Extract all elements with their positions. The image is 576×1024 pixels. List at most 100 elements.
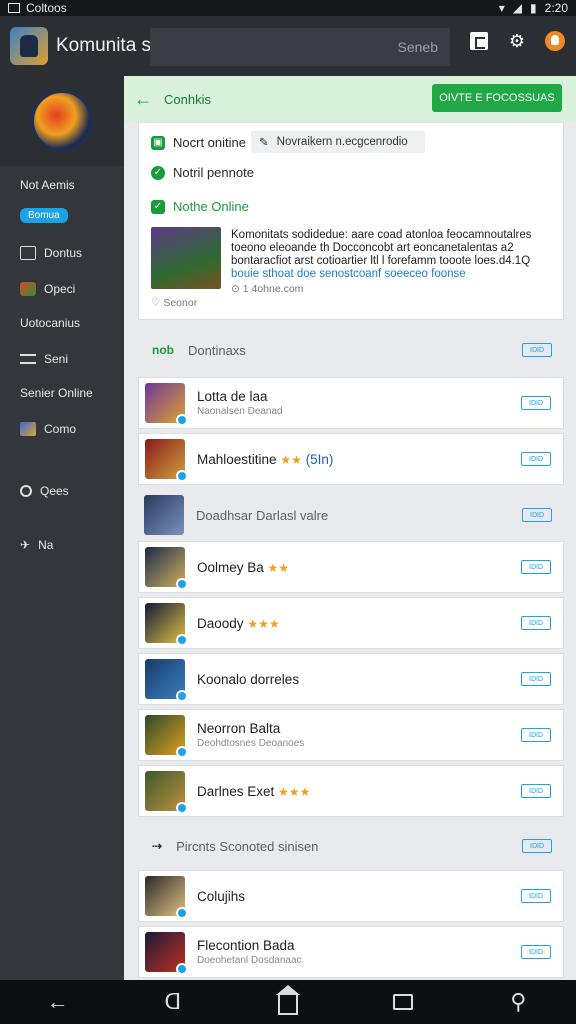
primary-action-button[interactable]: OIVTE E FOCOSSUAS: [432, 84, 562, 112]
list-item[interactable]: Lotta de laa Naonalsen Deanad IDID: [138, 377, 564, 429]
sidebar-item-9[interactable]: ✈ Na: [20, 538, 53, 552]
clock-text: 2:20: [544, 1, 568, 15]
item-tag[interactable]: IDID: [521, 452, 551, 466]
item-title: Darlnes Exet ★★★: [197, 783, 311, 799]
status-bar: Coltoos ▾ ◢ ▮ 2:20: [0, 0, 576, 16]
item-tag[interactable]: IDID: [521, 889, 551, 903]
item-tag[interactable]: IDID: [521, 396, 551, 410]
list-item[interactable]: Daoody ★★★ IDID: [138, 597, 564, 649]
rating-count: (5In): [305, 451, 334, 467]
list-item[interactable]: Colujihs IDID: [138, 870, 564, 922]
gear-icon: ⚙: [508, 30, 526, 51]
account-button[interactable]: ⚲: [503, 987, 533, 1017]
section-tag[interactable]: IDID: [522, 839, 552, 853]
sidebar-item-0[interactable]: Not Aemis: [20, 178, 75, 192]
sidebar-pill: Bomua: [20, 208, 68, 223]
sidebar: Not Aemis Bomua Dontus Opeci Uotocanius …: [0, 76, 124, 980]
news-link[interactable]: bouie sthoat doe senostcoanf soeeceo foo…: [231, 268, 551, 281]
list-item[interactable]: Flecontion Bada Doeohetanl Dosdanaac IDI…: [138, 926, 564, 978]
item-title: Lotta de laa: [197, 389, 268, 404]
item-tag[interactable]: IDID: [521, 945, 551, 959]
list-item[interactable]: Oolmey Ba ★★ IDID: [138, 541, 564, 593]
assist-button[interactable]: ᗡ: [158, 987, 188, 1017]
item-tag[interactable]: IDID: [521, 672, 551, 686]
online-row[interactable]: ▣ Nocrt onitine: [151, 135, 246, 150]
back-button[interactable]: ←: [43, 987, 73, 1017]
list-item[interactable]: Neorron Balta Deohdtosnes Deoanoes IDID: [138, 709, 564, 761]
game-thumbnail: [145, 876, 188, 919]
sidebar-item-4[interactable]: Uotocanius: [20, 316, 80, 330]
battery-icon: ▮: [530, 1, 537, 15]
news-footer-text: Seonor: [163, 297, 198, 309]
item-subtitle: Doeohetanl Dosdanaac: [197, 955, 302, 966]
sidebar-item-6[interactable]: Senier Online: [20, 386, 93, 400]
assist-icon: ᗡ: [164, 989, 182, 1014]
list-icon: [20, 354, 36, 364]
sidebar-item-1[interactable]: Bomua: [20, 208, 68, 223]
sidebar-item-label: Senier Online: [20, 386, 93, 400]
section-header: ⇢ Pircnts Sconoted sinisen IDID: [138, 826, 564, 866]
sidebar-item-2[interactable]: Dontus: [20, 246, 82, 260]
list-item[interactable]: Mahloestitine ★★ (5In) IDID: [138, 433, 564, 485]
section-icon: nob: [152, 343, 174, 357]
sidebar-item-5[interactable]: Seni: [20, 352, 68, 366]
app-bar: Komunita sane Seneb ⚙: [0, 16, 576, 76]
system-nav-bar: ← ᗡ ⚲: [0, 980, 576, 1024]
settings-button[interactable]: ⚙: [506, 30, 528, 52]
news-line: toeono eleoande th Docconcobt art eoncan…: [231, 242, 514, 254]
profile-icon: [545, 31, 565, 51]
search-input[interactable]: Seneb: [150, 28, 450, 66]
item-title: Oolmey Ba ★★: [197, 559, 290, 575]
rating-stars: ★★: [280, 452, 302, 467]
recents-button[interactable]: [388, 987, 418, 1017]
game-icon: [20, 282, 36, 296]
item-tag[interactable]: IDID: [521, 560, 551, 574]
news-body: Komonitats sodidedue: aare coad atonloa …: [231, 229, 551, 281]
item-tag[interactable]: IDID: [521, 616, 551, 630]
wifi-icon: ▾: [498, 1, 505, 15]
check-icon: ✓: [151, 165, 165, 180]
share-icon: [470, 32, 488, 50]
share-button[interactable]: [468, 30, 490, 52]
section-label: Doadhsar Darlasl valre: [196, 507, 329, 523]
sidebar-item-8[interactable]: Qees: [20, 484, 69, 498]
status-row[interactable]: ✓ Notril pennote: [151, 165, 254, 180]
back-icon: ←: [46, 989, 69, 1014]
news-thumbnail[interactable]: [151, 227, 221, 289]
sidebar-item-7[interactable]: Como: [20, 422, 76, 436]
sidebar-item-label: Seni: [44, 352, 69, 366]
sidebar-item-3[interactable]: Opeci: [20, 282, 75, 296]
section-tag[interactable]: IDID: [522, 343, 552, 357]
section-tag[interactable]: IDID: [522, 508, 552, 522]
main-panel: ← Conhkis OIVTE E FOCOSSUAS ▣ Nocrt onit…: [124, 76, 576, 980]
item-tag[interactable]: IDID: [521, 728, 551, 742]
news-line: bontaracfiot arst cotioartier ltl l fore…: [231, 255, 531, 267]
news-meta-text: 1 4ohne.com: [242, 283, 304, 295]
app-logo[interactable]: [10, 27, 48, 65]
item-title: Neorron Balta: [197, 721, 281, 736]
news-card: ▣ Nocrt onitine ✎ Novraikern n.ecgcenrod…: [138, 122, 564, 320]
sidebar-item-label: Na: [38, 538, 54, 552]
search-label: Seneb: [397, 39, 438, 55]
tag-chip[interactable]: ✎ Novraikern n.ecgcenrodio: [251, 131, 425, 153]
checkbox-icon: ▣: [151, 135, 165, 150]
status-label: Notril pennote: [173, 165, 254, 180]
home-button[interactable]: [273, 985, 303, 1017]
back-arrow-icon[interactable]: ←: [134, 89, 152, 110]
rating-stars: ★★★: [247, 616, 280, 631]
game-thumbnail: [145, 659, 188, 702]
list-item[interactable]: Koonalo dorreles IDID: [138, 653, 564, 705]
main-header: ← Conhkis OIVTE E FOCOSSUAS: [124, 76, 576, 122]
signal-icon: ◢: [512, 1, 523, 15]
sidebar-item-label: Uotocanius: [20, 316, 81, 330]
list-item[interactable]: Darlnes Exet ★★★ IDID: [138, 765, 564, 817]
page-title: Conhkis: [164, 91, 211, 107]
online-status-row[interactable]: ✓ Nothe Online: [151, 199, 249, 214]
section-header: nob Dontinaxs IDID: [138, 330, 564, 370]
item-tag[interactable]: IDID: [521, 784, 551, 798]
profile-button[interactable]: [544, 30, 566, 52]
sidebar-item-label: Not Aemis: [20, 178, 75, 192]
game-thumbnail: [145, 439, 188, 482]
account-icon: ⚲: [510, 989, 527, 1014]
avatar[interactable]: [31, 90, 93, 152]
